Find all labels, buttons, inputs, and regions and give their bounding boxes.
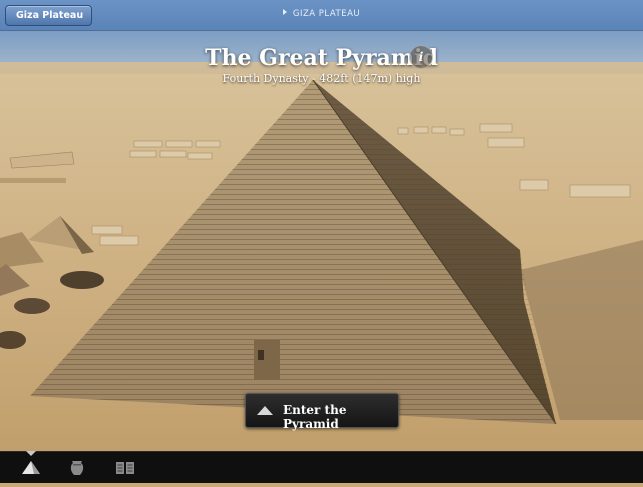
pyramid-icon bbox=[257, 406, 273, 415]
breadcrumb[interactable]: GIZA PLATEAU bbox=[0, 9, 643, 19]
page-subtitle: Fourth Dynasty - 482ft (147m) high bbox=[222, 72, 421, 85]
tab-bar bbox=[0, 451, 643, 483]
enter-pyramid-button[interactable]: Enter the Pyramid bbox=[245, 393, 399, 431]
navigation-bar: Giza Plateau GIZA PLATEAU bbox=[0, 0, 643, 31]
disclosure-arrow-icon bbox=[282, 9, 287, 15]
book-icon bbox=[116, 462, 134, 474]
title-block: The Great Pyramid bbox=[0, 45, 643, 71]
page-title: The Great Pyramid bbox=[205, 45, 438, 71]
breadcrumb-label: GIZA PLATEAU bbox=[292, 9, 361, 19]
tab-artifacts[interactable] bbox=[60, 452, 94, 483]
info-icon[interactable]: i bbox=[409, 45, 433, 69]
tab-pyramid[interactable] bbox=[14, 451, 48, 483]
enter-pyramid-label: Enter the Pyramid bbox=[283, 403, 347, 431]
pyramid-icon bbox=[22, 461, 40, 474]
tab-book[interactable] bbox=[108, 452, 142, 483]
vase-icon bbox=[70, 461, 84, 475]
